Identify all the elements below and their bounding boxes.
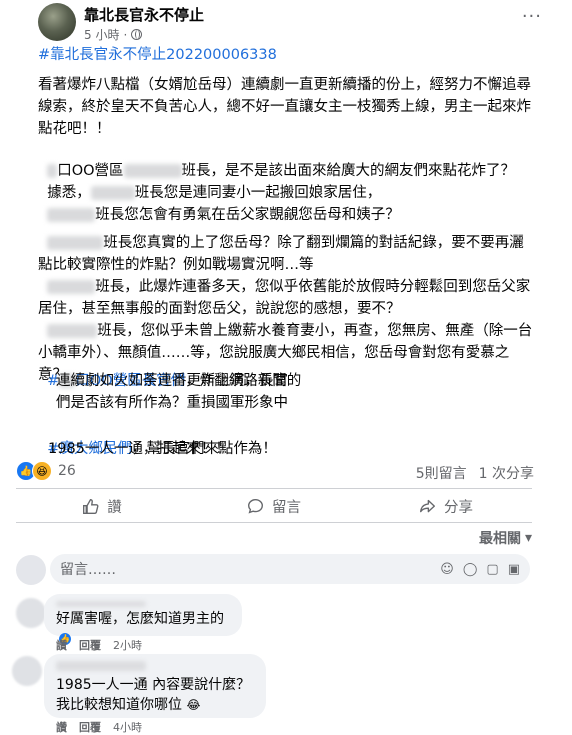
sort-label: 最相關 xyxy=(478,531,521,547)
post-paragraph-1: 看著爆炸八點檔（女婿尬岳母）連續劇一直更新續播的份上，經努力不懈追尋線索，終於皇… xyxy=(38,77,531,137)
emoji-icon[interactable]: ☺ xyxy=(440,562,454,577)
haha-reaction-icon: 😆 xyxy=(32,461,52,481)
redacted-commenter-name[interactable] xyxy=(56,661,146,671)
comment-count[interactable]: 5則留言 xyxy=(416,463,467,483)
comment-bubble: 1985一人一通 內容要說什麼？ 我比較想知道你哪位 😂 xyxy=(44,654,266,718)
gif-icon[interactable]: ▢ xyxy=(486,562,498,577)
comment-like-link[interactable]: 讚 xyxy=(56,637,67,653)
more-options-icon[interactable]: ··· xyxy=(522,6,542,27)
meta-dot: · xyxy=(123,27,128,42)
comment-bubble: 好厲害喔，怎麼知道男主的👍 xyxy=(44,594,242,645)
divider xyxy=(16,522,532,523)
comment-icon xyxy=(248,498,263,514)
commenter-avatar[interactable] xyxy=(12,656,42,686)
share-button[interactable]: 分享 xyxy=(360,492,532,520)
comment-meta: 讚 回覆 4小時 xyxy=(56,719,142,735)
redacted-text xyxy=(47,280,96,294)
chevron-down-icon: ▾ xyxy=(524,530,532,546)
laughing-emoji-icon: 😂 xyxy=(186,698,201,712)
comment-input[interactable]: 留言…… ☺ ◯ ▢ ▣ xyxy=(50,554,530,584)
post-paragraph-8-line-2: 連續劇如火如荼連番更新上演，長官 xyxy=(56,373,288,389)
page-name[interactable]: 靠北長官永不停止 xyxy=(84,4,204,25)
current-user-avatar xyxy=(16,555,46,585)
reaction-summary[interactable]: 👍 😆 26 xyxy=(16,461,76,481)
post-time[interactable]: 5 小時 xyxy=(84,26,119,43)
commenter-avatar[interactable] xyxy=(16,598,46,628)
thumbs-up-icon xyxy=(83,498,99,514)
comment-text-line-2: 我比較想知道你哪位 😂 xyxy=(56,697,201,713)
comment-reply-link[interactable]: 回覆 xyxy=(79,719,101,735)
globe-icon xyxy=(131,29,143,40)
post-paragraph-8-line-3: 們是否該有所作為？重損國軍形象中 xyxy=(56,395,288,411)
post-paragraph-9-line-2: 1985一人一通，打起來！！ xyxy=(48,441,230,457)
post-stats: 5則留言 1 次分享 xyxy=(416,463,534,483)
camera-icon[interactable]: ◯ xyxy=(463,562,478,577)
comment-time[interactable]: 2小時 xyxy=(113,637,142,653)
comment-input-tools: ☺ ◯ ▢ ▣ xyxy=(440,562,520,577)
share-count[interactable]: 1 次分享 xyxy=(479,463,534,483)
share-icon xyxy=(420,499,435,512)
comment-reply-link[interactable]: 回覆 xyxy=(79,637,101,653)
redacted-text xyxy=(47,236,104,250)
comment-meta: 讚 回覆 2小時 xyxy=(56,637,142,653)
comment-like-link[interactable]: 讚 xyxy=(56,719,67,735)
hashtag-top[interactable]: #靠北長官永不停止202200006338 xyxy=(38,44,538,66)
comment-sort-dropdown[interactable]: 最相關 ▾ xyxy=(479,528,532,548)
reaction-count: 26 xyxy=(58,463,76,479)
page-avatar[interactable] xyxy=(38,3,76,41)
comment-text: 好厲害喔，怎麼知道男主的 xyxy=(56,611,224,627)
redacted-commenter-name[interactable] xyxy=(56,601,146,607)
redacted-text xyxy=(47,324,98,338)
post-meta: 5 小時 · xyxy=(84,26,143,43)
comment-time[interactable]: 4小時 xyxy=(113,719,142,735)
post-actions: 讚 留言 分享 xyxy=(16,492,532,520)
comment-input-placeholder: 留言…… xyxy=(60,562,116,578)
comment-text-line-1: 1985一人一通 內容要說什麼？ xyxy=(56,677,251,693)
divider xyxy=(16,488,532,489)
share-button-label: 分享 xyxy=(444,499,473,516)
comment-button[interactable]: 留言 xyxy=(188,492,360,520)
like-button-label: 讚 xyxy=(107,499,122,516)
comment-button-label: 留言 xyxy=(272,499,301,516)
like-button[interactable]: 讚 xyxy=(16,492,188,520)
sticker-icon[interactable]: ▣ xyxy=(508,562,520,577)
